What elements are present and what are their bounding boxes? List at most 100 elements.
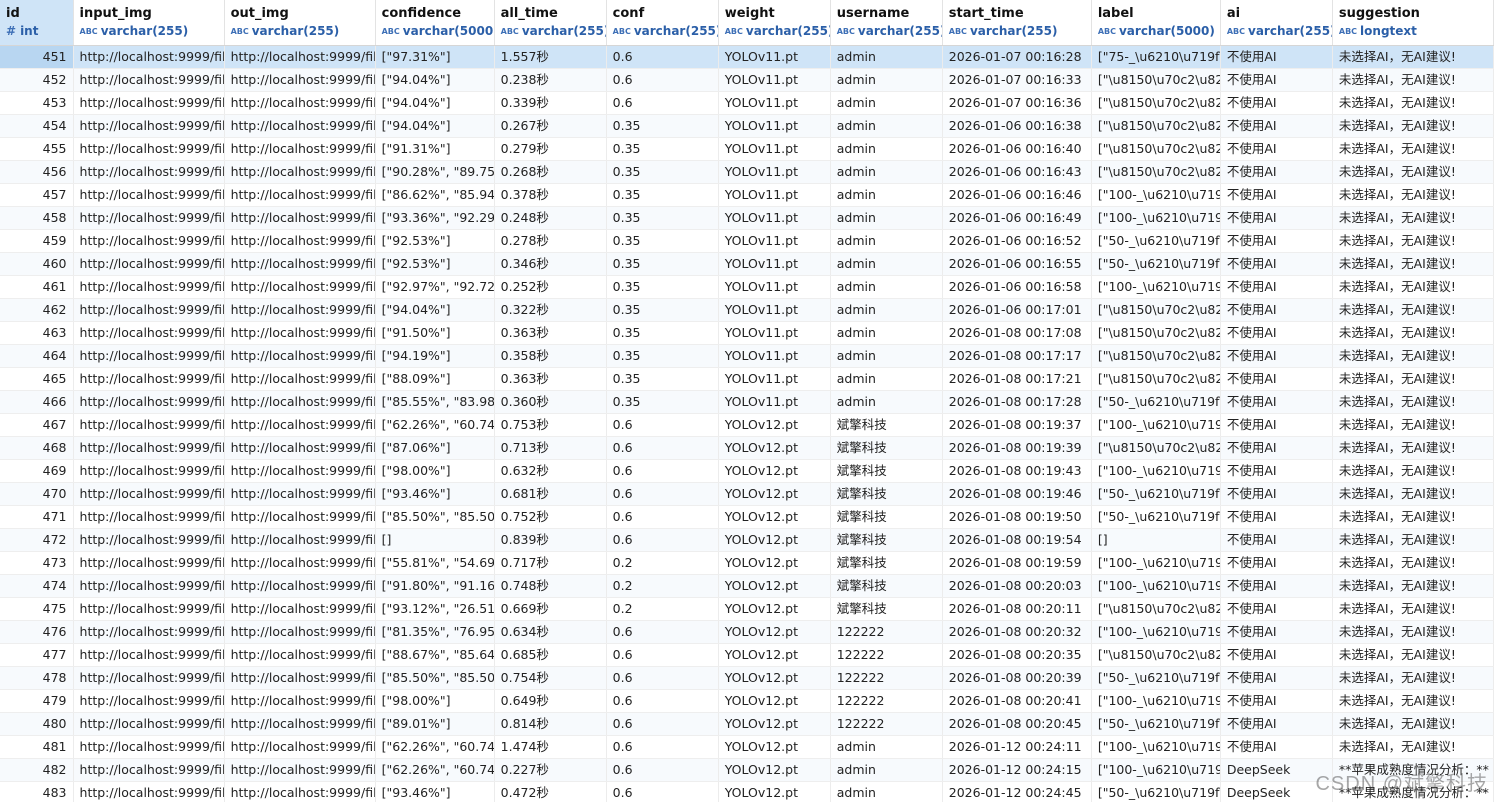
cell-ai[interactable]: 不使用AI <box>1220 735 1333 759</box>
cell-confidence[interactable]: ["98.00%"] <box>375 459 495 483</box>
cell-confidence[interactable]: ["93.12%", "26.51% <box>375 597 495 621</box>
cell-label[interactable]: ["\u8150\u70c2\u82f <box>1091 298 1221 322</box>
cell-input-img[interactable]: http://localhost:9999/file <box>73 91 225 115</box>
cell-start-time[interactable]: 2026-01-08 00:20:03 <box>942 574 1092 598</box>
cell-weight[interactable]: YOLOv12.pt <box>718 413 831 437</box>
cell-suggestion[interactable]: 未选择AI，无AI建议! <box>1332 712 1494 736</box>
cell-conf[interactable]: 0.35 <box>606 390 719 414</box>
cell-label[interactable]: ["\u8150\u70c2\u82f <box>1091 114 1221 138</box>
cell-label[interactable]: ["\u8150\u70c2\u82f <box>1091 91 1221 115</box>
cell-username[interactable]: admin <box>830 183 943 207</box>
cell-weight[interactable]: YOLOv11.pt <box>718 206 831 230</box>
cell-start-time[interactable]: 2026-01-06 00:16:58 <box>942 275 1092 299</box>
cell-conf[interactable]: 0.6 <box>606 689 719 713</box>
cell-confidence[interactable]: ["89.01%"] <box>375 712 495 736</box>
cell-all-time[interactable]: 0.632秒 <box>494 459 607 483</box>
cell-out-img[interactable]: http://localhost:9999/file <box>224 482 376 506</box>
cell-confidence[interactable]: ["94.04%"] <box>375 114 495 138</box>
cell-start-time[interactable]: 2026-01-08 00:19:50 <box>942 505 1092 529</box>
cell-ai[interactable]: 不使用AI <box>1220 666 1333 690</box>
cell-ai[interactable]: 不使用AI <box>1220 528 1333 552</box>
cell-username[interactable]: 122222 <box>830 643 943 667</box>
table-row[interactable]: 473 http://localhost:9999/file http://loca… <box>0 551 1494 575</box>
cell-label[interactable]: ["75-_\u6210\u719f\u <box>1091 45 1221 69</box>
cell-weight[interactable]: YOLOv12.pt <box>718 436 831 460</box>
cell-username[interactable]: 122222 <box>830 620 943 644</box>
cell-id[interactable]: 454 <box>0 114 74 138</box>
cell-username[interactable]: 122222 <box>830 689 943 713</box>
cell-all-time[interactable]: 0.748秒 <box>494 574 607 598</box>
cell-id[interactable]: 456 <box>0 160 74 184</box>
cell-suggestion[interactable]: 未选择AI，无AI建议! <box>1332 229 1494 253</box>
cell-out-img[interactable]: http://localhost:9999/file <box>224 735 376 759</box>
column-header-start-time[interactable]: start_time ABC varchar(255) <box>942 0 1092 46</box>
cell-all-time[interactable]: 0.378秒 <box>494 183 607 207</box>
cell-confidence[interactable]: ["97.31%"] <box>375 45 495 69</box>
table-row[interactable]: 480 http://localhost:9999/file http://loca… <box>0 712 1494 736</box>
table-row[interactable]: 483 http://localhost:9999/file http://loca… <box>0 781 1494 802</box>
cell-confidence[interactable]: ["93.46%"] <box>375 482 495 506</box>
cell-conf[interactable]: 0.6 <box>606 413 719 437</box>
cell-input-img[interactable]: http://localhost:9999/file <box>73 643 225 667</box>
cell-input-img[interactable]: http://localhost:9999/file <box>73 183 225 207</box>
cell-id[interactable]: 464 <box>0 344 74 368</box>
cell-id[interactable]: 458 <box>0 206 74 230</box>
cell-ai[interactable]: 不使用AI <box>1220 551 1333 575</box>
cell-confidence[interactable]: ["92.53%"] <box>375 252 495 276</box>
cell-suggestion[interactable]: **苹果成熟度情况分析：** <box>1332 781 1494 802</box>
cell-conf[interactable]: 0.6 <box>606 735 719 759</box>
cell-label[interactable]: ["\u8150\u70c2\u82f <box>1091 597 1221 621</box>
cell-label[interactable]: ["100-_\u6210\u719f <box>1091 275 1221 299</box>
cell-confidence[interactable]: [] <box>375 528 495 552</box>
cell-confidence[interactable]: ["85.50%", "85.50% <box>375 505 495 529</box>
column-header-confidence[interactable]: confidence ABC varchar(5000) <box>375 0 495 46</box>
cell-all-time[interactable]: 0.248秒 <box>494 206 607 230</box>
cell-label[interactable]: ["100-_\u6210\u719f <box>1091 459 1221 483</box>
cell-out-img[interactable]: http://localhost:9999/file <box>224 574 376 598</box>
cell-confidence[interactable]: ["93.36%", "92.29% <box>375 206 495 230</box>
cell-start-time[interactable]: 2026-01-08 00:20:11 <box>942 597 1092 621</box>
cell-all-time[interactable]: 0.363秒 <box>494 321 607 345</box>
cell-weight[interactable]: YOLOv12.pt <box>718 689 831 713</box>
table-row[interactable]: 477 http://localhost:9999/file http://loca… <box>0 643 1494 667</box>
cell-start-time[interactable]: 2026-01-08 00:19:39 <box>942 436 1092 460</box>
cell-username[interactable]: admin <box>830 114 943 138</box>
cell-start-time[interactable]: 2026-01-08 00:17:21 <box>942 367 1092 391</box>
cell-conf[interactable]: 0.6 <box>606 505 719 529</box>
cell-confidence[interactable]: ["62.26%", "60.74% <box>375 735 495 759</box>
cell-confidence[interactable]: ["91.31%"] <box>375 137 495 161</box>
cell-start-time[interactable]: 2026-01-08 00:17:08 <box>942 321 1092 345</box>
table-row[interactable]: 474 http://localhost:9999/file http://loca… <box>0 574 1494 598</box>
cell-label[interactable]: ["50-_\u6210\u719f\u <box>1091 781 1221 802</box>
table-row[interactable]: 451 http://localhost:9999/file http://loca… <box>0 45 1494 69</box>
cell-input-img[interactable]: http://localhost:9999/file <box>73 321 225 345</box>
cell-start-time[interactable]: 2026-01-08 00:19:46 <box>942 482 1092 506</box>
cell-start-time[interactable]: 2026-01-08 00:19:43 <box>942 459 1092 483</box>
cell-confidence[interactable]: ["94.04%"] <box>375 298 495 322</box>
cell-input-img[interactable]: http://localhost:9999/file <box>73 597 225 621</box>
cell-id[interactable]: 481 <box>0 735 74 759</box>
cell-suggestion[interactable]: 未选择AI，无AI建议! <box>1332 45 1494 69</box>
cell-conf[interactable]: 0.6 <box>606 45 719 69</box>
cell-label[interactable]: ["50-_\u6210\u719f\u <box>1091 229 1221 253</box>
data-grid[interactable]: id # int input_img ABC varchar(255) out_img ABC… <box>0 0 1494 802</box>
cell-all-time[interactable]: 0.267秒 <box>494 114 607 138</box>
cell-id[interactable]: 478 <box>0 666 74 690</box>
cell-all-time[interactable]: 0.268秒 <box>494 160 607 184</box>
cell-weight[interactable]: YOLOv12.pt <box>718 482 831 506</box>
cell-ai[interactable]: 不使用AI <box>1220 45 1333 69</box>
cell-start-time[interactable]: 2026-01-06 00:16:40 <box>942 137 1092 161</box>
cell-out-img[interactable]: http://localhost:9999/file <box>224 459 376 483</box>
cell-start-time[interactable]: 2026-01-12 00:24:11 <box>942 735 1092 759</box>
cell-confidence[interactable]: ["92.97%", "92.72% <box>375 275 495 299</box>
column-header-id[interactable]: id # int <box>0 0 74 46</box>
cell-id[interactable]: 459 <box>0 229 74 253</box>
column-header-label[interactable]: label ABC varchar(5000) <box>1091 0 1221 46</box>
cell-all-time[interactable]: 0.681秒 <box>494 482 607 506</box>
cell-all-time[interactable]: 0.363秒 <box>494 367 607 391</box>
cell-username[interactable]: 斌擎科技 <box>830 436 943 460</box>
cell-label[interactable]: [] <box>1091 528 1221 552</box>
cell-username[interactable]: admin <box>830 206 943 230</box>
cell-out-img[interactable]: http://localhost:9999/file <box>224 137 376 161</box>
cell-username[interactable]: admin <box>830 758 943 782</box>
